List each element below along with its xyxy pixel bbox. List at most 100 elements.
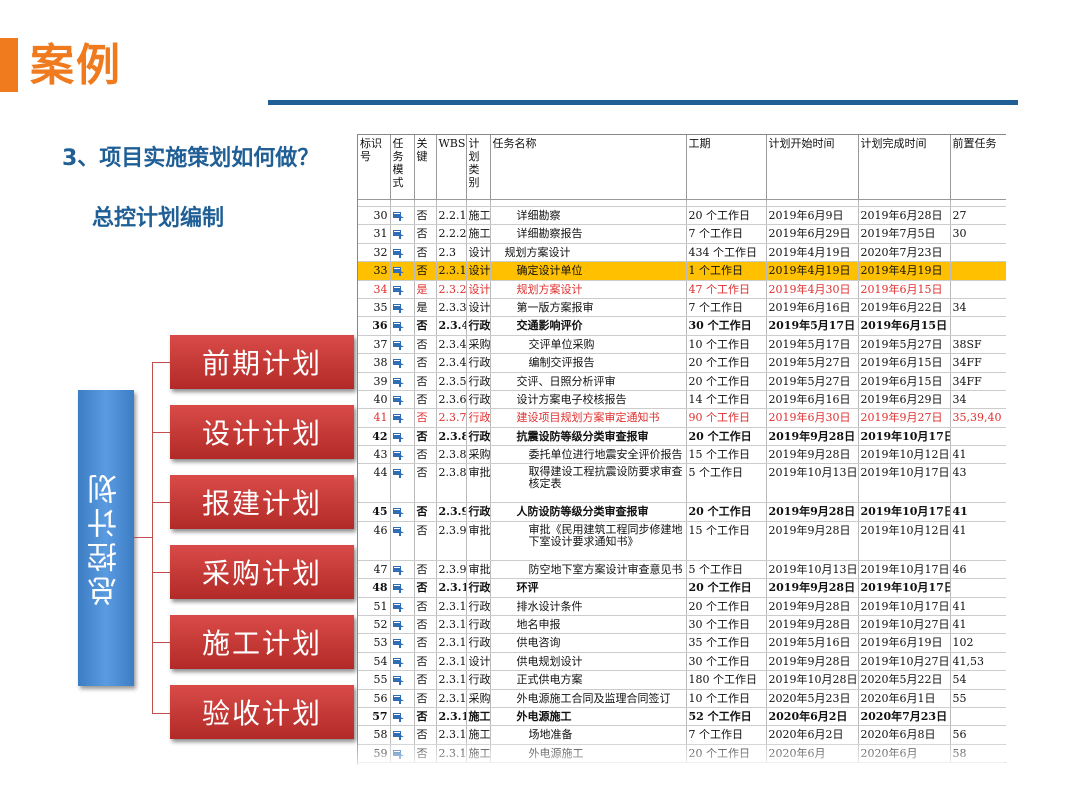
table-row: 45 否2.3.9行政人防设防等级分类审查报审20 个工作日2019年9月28日2…	[358, 502, 1006, 522]
cell-name: 取得建设工程抗震设防要求审查核定表	[490, 463, 687, 504]
cell-key: 否	[414, 463, 437, 504]
cell-key: 是	[414, 298, 437, 318]
cell-id: 33	[358, 261, 391, 281]
cell-key: 否	[414, 316, 437, 336]
task-mode-icon-cell	[390, 597, 415, 617]
cell-wbs: 2.3.1	[436, 615, 467, 635]
cell-key: 否	[414, 445, 437, 465]
cell-dur: 15 个工作日	[686, 521, 767, 561]
table-row: 38 否 2.3.4 行政 编制交评报告 20 个工作日 2019年5月27日 2019年6月…	[358, 353, 1006, 373]
task-mode-icon	[392, 285, 404, 295]
title-accent-bar	[0, 38, 18, 92]
cell-name: 环评	[490, 578, 687, 598]
table-row: 41 否 2.3.7 行政 建设项目规划方案审定通知书 90 个工作日 2019年6月30日…	[358, 408, 1006, 428]
cell-type: 设计	[466, 298, 491, 318]
cell-id: 38	[358, 353, 391, 373]
task-mode-icon	[392, 565, 404, 575]
task-mode-icon	[392, 621, 404, 631]
cell-wbs: 2.2.1	[436, 206, 467, 226]
cell-type: 设计	[466, 652, 491, 672]
cell-finish: 2020年7月23日	[858, 707, 951, 727]
cell-name: 审批《民用建筑工程同步修建地下室设计要求通知书》	[490, 521, 687, 561]
cell-dur: 20 个工作日	[686, 353, 767, 373]
task-mode-icon-cell	[390, 224, 415, 244]
cell-dur: 5 个工作日	[686, 560, 767, 580]
cell-dur: 20 个工作日	[686, 372, 767, 391]
cell-id: 40	[358, 390, 391, 410]
cell-start: 2020年5月23日	[766, 689, 859, 708]
cell-key: 否	[414, 689, 437, 708]
cell-id: 36	[358, 316, 391, 336]
cell-id: 52	[358, 615, 391, 635]
cell-id: 44	[358, 463, 391, 504]
cell-dur: 10 个工作日	[686, 335, 767, 355]
task-mode-icon	[392, 508, 404, 518]
cell-dur: 20 个工作日	[686, 206, 767, 226]
cell-type: 采购	[466, 445, 491, 465]
task-table: 标识号 任务模式 关键 WBS 计划类别 任务名称 工期 计划开始时间 计划完成…	[358, 135, 1006, 764]
table-header-row: 标识号 任务模式 关键 WBS 计划类别 任务名称 工期 计划开始时间 计划完成…	[358, 135, 1006, 200]
cell-key: 否	[414, 615, 437, 635]
cell-start: 2019年6月9日	[766, 206, 859, 226]
col-mode-header: 任务模式	[390, 135, 415, 200]
cell-dur: 90 个工作日	[686, 408, 767, 428]
table-row: 37 否 2.3.4 采购 交评单位采购 10 个工作日 2019年5月17日 2019年5月…	[358, 335, 1006, 355]
cell-pred: 34	[950, 390, 1006, 410]
cell-id: 39	[358, 372, 391, 391]
cell-finish: 2019年6月28日	[858, 206, 951, 226]
task-mode-icon-cell	[390, 445, 415, 465]
task-mode-icon-cell	[390, 707, 415, 727]
cell-type: 施工	[466, 707, 491, 727]
col-finish-header: 计划完成时间	[858, 135, 951, 200]
cell-wbs: 2.3.1	[436, 633, 467, 653]
cell-id: 30	[358, 206, 391, 226]
cell-id: 46	[358, 521, 391, 561]
cell-id: 37	[358, 335, 391, 355]
cell-pred: 41	[950, 502, 1006, 522]
cell-id: 57	[358, 707, 391, 727]
cell-key: 否	[414, 335, 437, 355]
cell-start: 2019年5月27日	[766, 372, 859, 391]
cell-wbs: 2.3.4	[436, 335, 467, 355]
plan-box-permit: 报建计划	[170, 475, 354, 529]
cell-start: 2019年5月17日	[766, 316, 859, 336]
cell-key: 否	[414, 597, 437, 617]
gantt-table-screenshot: 标识号 任务模式 关键 WBS 计划类别 任务名称 工期 计划开始时间 计划完成…	[357, 134, 1006, 765]
cell-wbs: 2.3.7	[436, 408, 467, 428]
cell-name: 防空地下室方案设计审查意见书	[490, 560, 687, 580]
task-mode-icon	[392, 657, 404, 667]
cell-dur: 7 个工作日	[686, 298, 767, 318]
cell-key: 否	[414, 372, 437, 391]
cell-wbs: 2.3.9	[436, 502, 467, 522]
cell-type: 行政	[466, 427, 491, 447]
cell-name: 交通影响评价	[490, 316, 687, 336]
cell-name: 人防设防等级分类审查报审	[490, 502, 687, 522]
cell-name: 第一版方案报审	[490, 298, 687, 318]
cell-pred: 41	[950, 521, 1006, 561]
plan-box-construction: 施工计划	[170, 615, 354, 669]
cell-name: 排水设计条件	[490, 597, 687, 617]
cell-dur: 7 个工作日	[686, 224, 767, 244]
task-mode-icon-cell	[390, 427, 415, 447]
cell-type: 行政	[466, 372, 491, 391]
cell-name: 建设项目规划方案审定通知书	[490, 408, 687, 428]
task-mode-icon-cell	[390, 560, 415, 580]
cell-start: 2019年5月17日	[766, 335, 859, 355]
cell-pred: 41,53	[950, 652, 1006, 672]
cell-type: 审批	[466, 521, 491, 561]
col-duration-header: 工期	[686, 135, 767, 200]
task-mode-icon-cell	[390, 408, 415, 428]
cell-dur: 1 个工作日	[686, 261, 767, 281]
cell-finish: 2019年10月17日	[858, 427, 951, 447]
cell-wbs: 2.3.2	[436, 280, 467, 299]
cell-key: 否	[414, 652, 437, 672]
table-row: 42 否2.3.8行政抗震设防等级分类审查报审20 个工作日2019年9月28日2…	[358, 427, 1006, 447]
cell-pred	[950, 707, 1006, 727]
cell-wbs: 2.3.9	[436, 560, 467, 580]
col-wbs-header: WBS	[436, 135, 467, 200]
cell-name: 供电咨询	[490, 633, 687, 653]
cell-type: 采购	[466, 335, 491, 355]
task-mode-icon	[392, 602, 404, 612]
cell-key: 否	[414, 578, 437, 598]
cell-dur: 20 个工作日	[686, 578, 767, 598]
